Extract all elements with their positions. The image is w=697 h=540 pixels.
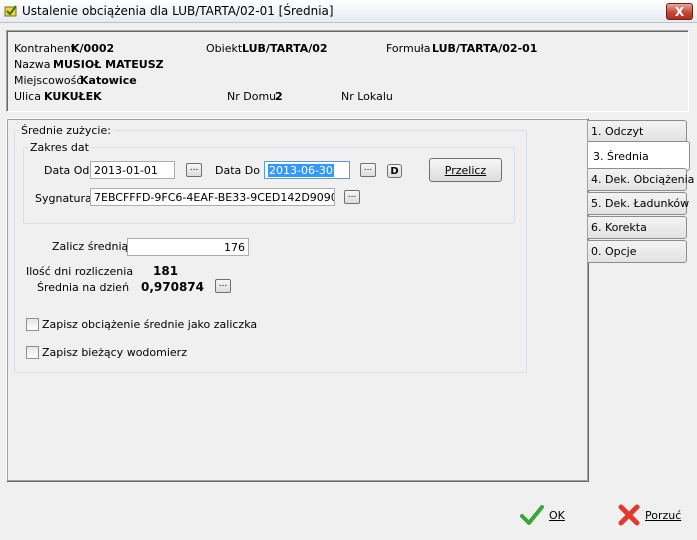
checkmark-icon: [520, 505, 544, 525]
data-do-picker-button[interactable]: ...: [360, 163, 376, 177]
srednie-zuzycie-legend: Średnie zużycie:: [21, 124, 111, 137]
cancel-x-icon: [618, 504, 640, 526]
miejscowosc-label: Miejscowość: [14, 74, 83, 87]
tab-odczyt[interactable]: 1. Odczyt: [588, 120, 687, 143]
ulica-label: Ulica: [14, 90, 41, 103]
formula-label: Formuła: [386, 42, 431, 55]
zalicz-srednia-input[interactable]: 176: [127, 238, 249, 256]
d-button[interactable]: D: [387, 164, 402, 178]
srednia-dzien-button[interactable]: ...: [215, 279, 231, 293]
zaliczka-checkbox[interactable]: [26, 318, 39, 331]
zakres-dat-legend: Zakres dat: [30, 141, 89, 154]
ok-label: OK: [549, 508, 565, 522]
sygnatura-input[interactable]: 7EBCFFFD-9FC6-4EAF-BE33-9CED142D9090: [90, 188, 335, 206]
data-od-input[interactable]: 2013-01-01: [90, 161, 175, 179]
tab-dek-ladunkow[interactable]: 5. Dek. Ładunków: [588, 192, 689, 215]
title-bar: Ustalenie obciążenia dla LUB/TARTA/02-01…: [0, 0, 697, 23]
app-icon: [4, 5, 17, 17]
data-do-input[interactable]: 2013-06-30: [264, 161, 350, 179]
close-button[interactable]: X: [666, 3, 693, 20]
porzuc-button[interactable]: Porzuć: [617, 503, 687, 527]
kontrahent-value: K/0002: [71, 42, 115, 55]
srednia-dzien-label: Średnia na dzień: [37, 281, 130, 294]
zalicz-srednia-label: Zalicz średnią: [52, 240, 129, 253]
obiekt-value: LUB/TARTA/02: [242, 42, 328, 55]
ok-button[interactable]: OK: [520, 503, 570, 527]
miejscowosc-value: Katowice: [80, 74, 137, 87]
tab-srednia[interactable]: 3. Średnia: [588, 141, 690, 171]
kontrahent-label: Kontrahent: [14, 42, 75, 55]
przelicz-label: Przelicz: [444, 163, 487, 177]
window-title: Ustalenie obciążenia dla LUB/TARTA/02-01…: [22, 4, 334, 18]
wodomierz-checkbox[interactable]: [26, 346, 39, 359]
data-od-label: Data Od: [44, 164, 90, 177]
formula-value: LUB/TARTA/02-01: [432, 42, 538, 55]
nr-lokalu-label: Nr Lokalu: [341, 90, 393, 103]
zakres-dat-group: Zakres dat: [23, 141, 515, 224]
ulica-value: KUKUŁEK: [44, 90, 102, 103]
sygnatura-label: Sygnatura: [35, 192, 92, 205]
ilosc-dni-label: Ilość dni rozliczenia: [26, 265, 134, 278]
tab-dek-obciazenia[interactable]: 4. Dek. Obciążenia: [588, 168, 694, 191]
zaliczka-checkbox-label: Zapisz obciążenie średnie jako zaliczka: [42, 318, 258, 331]
srednia-dzien-value: 0,970874: [141, 280, 205, 294]
data-do-selected-text: 2013-06-30: [268, 164, 334, 177]
nr-domu-label: Nr Domu: [227, 90, 277, 103]
data-do-label: Data Do: [215, 164, 260, 177]
nazwa-value: MUSIOŁ MATEUSZ: [53, 58, 164, 71]
nr-domu-value: 2: [275, 90, 283, 103]
sygnatura-picker-button[interactable]: ...: [344, 190, 360, 204]
obiekt-label: Obiekt: [206, 42, 243, 55]
tab-opcje[interactable]: 0. Opcje: [588, 240, 687, 263]
nazwa-label: Nazwa: [14, 58, 51, 71]
data-od-picker-button[interactable]: ...: [186, 163, 202, 177]
tab-korekta[interactable]: 6. Korekta: [588, 216, 687, 239]
porzuc-label: Porzuć: [645, 508, 682, 522]
przelicz-button[interactable]: Przelicz: [429, 158, 502, 182]
wodomierz-checkbox-label: Zapisz bieżący wodomierz: [42, 346, 187, 359]
close-icon: X: [674, 4, 685, 19]
ilosc-dni-value: 181: [153, 264, 179, 278]
